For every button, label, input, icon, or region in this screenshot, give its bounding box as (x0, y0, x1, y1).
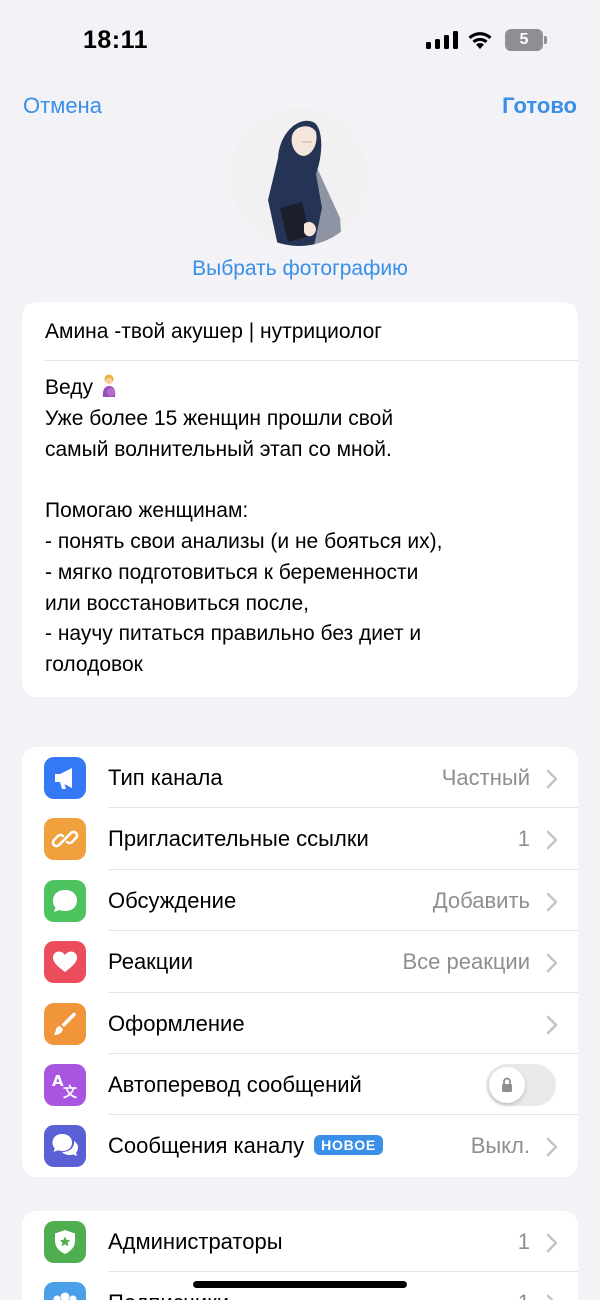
settings-item-auto-translate: A文 Автоперевод сообщений (22, 1054, 578, 1116)
chevron-right-icon (546, 953, 558, 973)
channel-settings-list: Тип канала Частный Пригласительные ссылк… (22, 747, 578, 1177)
settings-item-channel-messages[interactable]: Сообщения каналу НОВОЕ Выкл. (22, 1115, 578, 1176)
settings-item-value: 1 (517, 1229, 530, 1254)
settings-item-label: Тип канала (108, 765, 223, 790)
chevron-right-icon (546, 892, 558, 912)
wifi-icon (468, 32, 492, 49)
cancel-button[interactable]: Отмена (23, 93, 102, 119)
chevron-right-icon (546, 831, 558, 850)
description-line: Уже более 15 женщин прошли свой (45, 406, 394, 430)
battery-icon: 5 (505, 29, 547, 51)
description-line: самый волнительный этап со мной. (45, 437, 392, 461)
description-line: Помогаю женщинам: (45, 499, 249, 523)
lock-icon (502, 1077, 512, 1092)
settings-item-label: Оформление (108, 1010, 245, 1036)
chat-bubble-icon (44, 879, 86, 922)
settings-item-invite-links[interactable]: Пригласительные ссылки 1 (22, 808, 578, 870)
settings-item-reactions[interactable]: Реакции Все реакции (22, 931, 578, 993)
new-badge: НОВОЕ (314, 1135, 384, 1156)
settings-item-channel-type[interactable]: Тип канала Частный (22, 747, 578, 809)
settings-item-appearance[interactable]: Оформление (22, 993, 578, 1054)
settings-item-value: Все реакции (402, 949, 530, 975)
chevron-right-icon (546, 769, 558, 789)
brush-icon (44, 1002, 86, 1045)
channel-name-input[interactable]: Амина -твой акушер | нутрициолог (45, 320, 382, 344)
description-line: Веду (45, 373, 565, 404)
cellular-signal-icon (426, 31, 458, 49)
heart-icon (44, 941, 86, 984)
status-bar: 18:11 5 (0, 0, 600, 80)
choose-photo-button[interactable]: Выбрать фотографию (0, 257, 600, 281)
settings-item-label: Автоперевод сообщений (108, 1072, 362, 1097)
channel-description-input[interactable]: Веду Уже более 15 женщин прошли свой сам… (45, 373, 565, 681)
settings-item-label: Обсуждение (108, 887, 237, 913)
description-line: или восстановиться после, (45, 591, 309, 615)
settings-item-value: Выкл. (470, 1133, 530, 1159)
settings-item-label: Подписчики (108, 1290, 229, 1300)
description-line: - мягко подготовиться к беременности (45, 560, 419, 584)
auto-translate-toggle[interactable] (486, 1064, 556, 1106)
chevron-right-icon (546, 1233, 558, 1253)
home-indicator[interactable] (193, 1281, 407, 1288)
svg-text:文: 文 (63, 1084, 78, 1101)
settings-item-label: Пригласительные ссылки (108, 826, 369, 852)
settings-item-label: Реакции (108, 949, 193, 975)
people-icon (44, 1282, 86, 1300)
chevron-right-icon (546, 1138, 558, 1157)
description-line: - понять свои анализы (и не бояться их), (45, 529, 443, 553)
settings-item-value: Частный (441, 765, 530, 790)
status-time: 18:11 (83, 26, 149, 54)
settings-item-value: Добавить (432, 887, 530, 913)
done-button[interactable]: Готово (502, 93, 577, 119)
chevron-right-icon (546, 1015, 558, 1034)
settings-item-label: Администраторы (108, 1229, 283, 1254)
description-line (45, 465, 565, 496)
settings-item-discussion[interactable]: Обсуждение Добавить (22, 870, 578, 932)
toggle-knob (489, 1067, 525, 1103)
channel-avatar[interactable] (230, 108, 368, 246)
settings-item-value: 1 (518, 1290, 530, 1300)
description-line: голодовок (45, 653, 143, 677)
settings-item-label: Сообщения каналу НОВОЕ (108, 1133, 384, 1159)
pregnant-woman-emoji-icon (99, 374, 119, 398)
avatar-illustration (230, 108, 368, 246)
link-icon (44, 818, 86, 861)
chevron-right-icon (546, 1295, 554, 1300)
description-line: - научу питаться правильно без диет и (45, 622, 422, 646)
channel-info-card: Амина -твой акушер | нутрициолог Веду Уж… (22, 302, 578, 697)
chat-bubbles-icon (44, 1125, 86, 1168)
megaphone-icon (44, 757, 86, 799)
settings-item-value: 1 (517, 826, 530, 852)
divider (45, 360, 578, 361)
battery-level: 5 (519, 31, 529, 48)
translate-icon: A文 (44, 1064, 86, 1106)
settings-item-administrators[interactable]: Администраторы 1 (22, 1211, 578, 1273)
shield-icon (44, 1221, 86, 1263)
